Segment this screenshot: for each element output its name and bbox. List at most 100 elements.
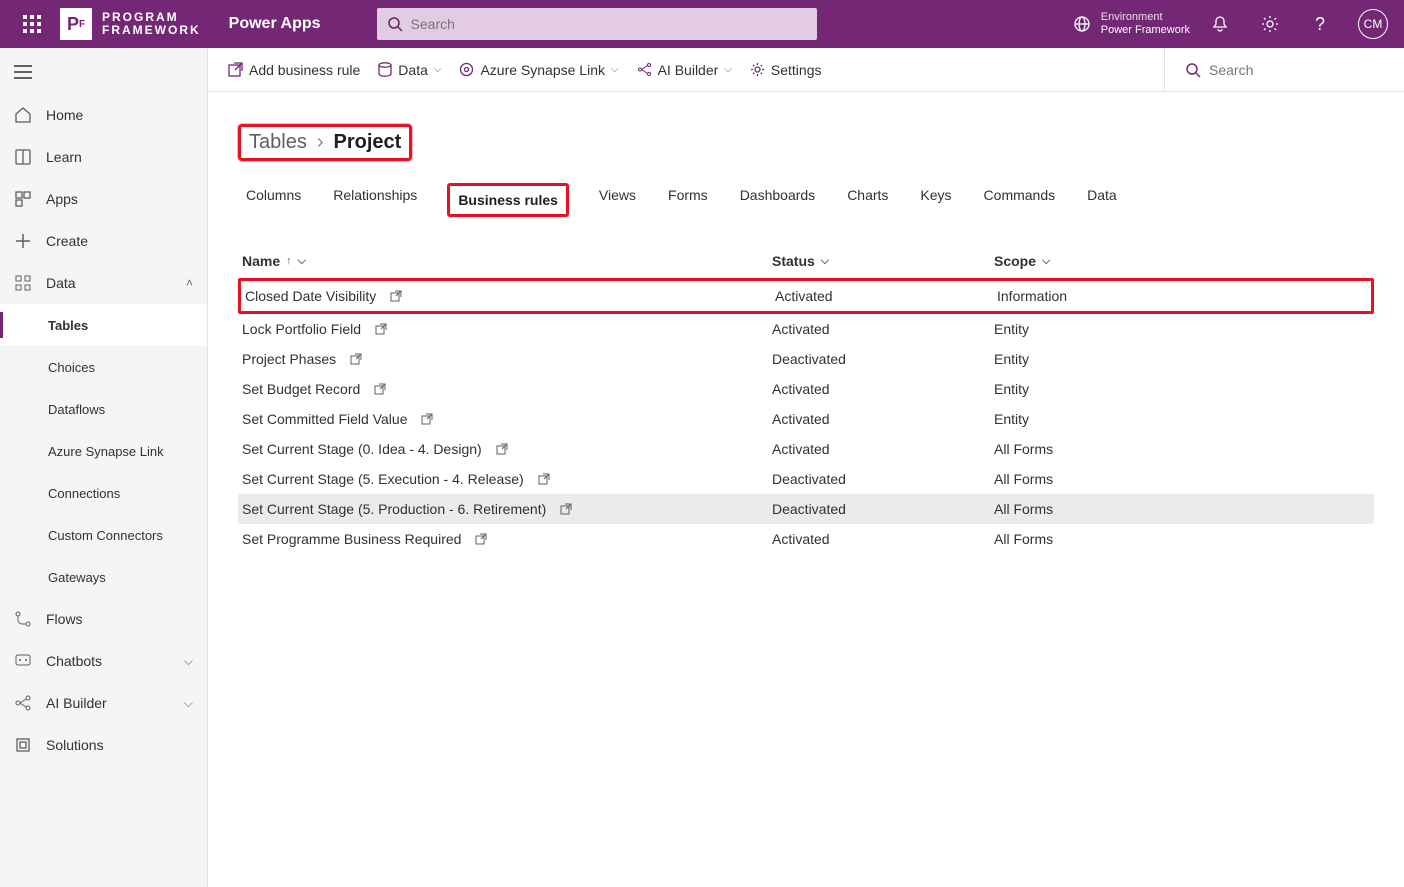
open-icon bbox=[228, 62, 243, 77]
add-business-rule-button[interactable]: Add business rule bbox=[228, 62, 360, 78]
sidebar-item-flows[interactable]: Flows bbox=[0, 598, 207, 640]
cell-scope: Entity bbox=[994, 321, 1370, 337]
open-external-icon[interactable] bbox=[496, 443, 508, 455]
cell-status: Activated bbox=[772, 381, 994, 397]
tab-columns[interactable]: Columns bbox=[244, 183, 303, 217]
top-header: PF PROGRAM FRAMEWORK Power Apps Environm… bbox=[0, 0, 1404, 48]
user-avatar[interactable]: CM bbox=[1358, 9, 1388, 39]
sidebar-item-home[interactable]: Home bbox=[0, 94, 207, 136]
sidebar-item-label: Home bbox=[46, 107, 83, 123]
open-external-icon[interactable] bbox=[375, 323, 387, 335]
sidebar-collapse-button[interactable] bbox=[0, 50, 207, 94]
azure-synapse-button[interactable]: Azure Synapse Link ⌵ bbox=[459, 62, 618, 78]
sidebar-item-apps[interactable]: Apps bbox=[0, 178, 207, 220]
help-button[interactable]: ? bbox=[1300, 0, 1340, 48]
sidebar-item-gateways[interactable]: Gateways bbox=[0, 556, 207, 598]
breadcrumb-parent[interactable]: Tables bbox=[249, 131, 307, 154]
open-external-icon[interactable] bbox=[350, 353, 362, 365]
chevron-right-icon: › bbox=[317, 131, 324, 154]
tab-commands[interactable]: Commands bbox=[982, 183, 1058, 217]
table-row[interactable]: Set Programme Business RequiredActivated… bbox=[238, 524, 1374, 554]
open-external-icon[interactable] bbox=[421, 413, 433, 425]
synapse-icon bbox=[459, 62, 474, 77]
cell-name: Closed Date Visibility bbox=[245, 288, 775, 304]
sidebar-item-connections[interactable]: Connections bbox=[0, 472, 207, 514]
global-search-input[interactable] bbox=[411, 16, 807, 32]
grid-icon bbox=[14, 190, 32, 208]
chevron-down-icon: ⌵ bbox=[611, 64, 619, 75]
cell-status: Activated bbox=[775, 288, 997, 304]
cell-scope: Entity bbox=[994, 381, 1370, 397]
table-row[interactable]: Set Current Stage (0. Idea - 4. Design)A… bbox=[238, 434, 1374, 464]
data-menu-label: Data bbox=[398, 62, 428, 78]
sidebar-item-choices[interactable]: Choices bbox=[0, 346, 207, 388]
table-row[interactable]: Set Current Stage (5. Production - 6. Re… bbox=[238, 494, 1374, 524]
cell-name: Set Programme Business Required bbox=[242, 531, 772, 547]
sidebar-item-custom-connectors[interactable]: Custom Connectors bbox=[0, 514, 207, 556]
sidebar-item-label: Learn bbox=[46, 149, 82, 165]
column-header-name[interactable]: Name ↑ ⌵ bbox=[242, 253, 772, 269]
column-header-scope[interactable]: Scope ⌵ bbox=[994, 253, 1370, 269]
cell-name: Set Current Stage (0. Idea - 4. Design) bbox=[242, 441, 772, 457]
sidebar-item-azure-synapse-link[interactable]: Azure Synapse Link bbox=[0, 430, 207, 472]
tab-charts[interactable]: Charts bbox=[845, 183, 890, 217]
open-external-icon[interactable] bbox=[390, 290, 402, 302]
global-search[interactable] bbox=[377, 8, 817, 40]
sidebar-item-solutions[interactable]: Solutions bbox=[0, 724, 207, 766]
brand-logo[interactable]: PF PROGRAM FRAMEWORK bbox=[60, 8, 201, 40]
page-search[interactable] bbox=[1164, 48, 1384, 91]
sidebar-item-learn[interactable]: Learn bbox=[0, 136, 207, 178]
gear-icon bbox=[750, 62, 765, 77]
notifications-button[interactable] bbox=[1200, 0, 1240, 48]
table-row[interactable]: Set Committed Field ValueActivatedEntity bbox=[238, 404, 1374, 434]
ai-builder-button[interactable]: AI Builder ⌵ bbox=[637, 62, 732, 78]
sidebar-item-label: Gateways bbox=[48, 570, 106, 585]
sidebar-item-create[interactable]: Create bbox=[0, 220, 207, 262]
open-external-icon[interactable] bbox=[538, 473, 550, 485]
left-sidebar: Home Learn AppsCreateData˄TablesChoices Dat… bbox=[0, 48, 208, 887]
sidebar-item-label: Dataflows bbox=[48, 402, 105, 417]
breadcrumb: Tables › Project bbox=[238, 124, 412, 161]
sidebar-item-label: Flows bbox=[46, 611, 83, 627]
cell-status: Activated bbox=[772, 411, 994, 427]
tab-forms[interactable]: Forms bbox=[666, 183, 710, 217]
settings-menu-label: Settings bbox=[771, 62, 822, 78]
sidebar-item-label: AI Builder bbox=[46, 695, 107, 711]
app-launcher-button[interactable] bbox=[8, 0, 56, 48]
chevron-down-icon: ⌵ bbox=[434, 64, 442, 75]
add-business-rule-label: Add business rule bbox=[249, 62, 360, 78]
tab-dashboards[interactable]: Dashboards bbox=[738, 183, 818, 217]
sidebar-item-chatbots[interactable]: Chatbots⌵ bbox=[0, 640, 207, 682]
tab-views[interactable]: Views bbox=[597, 183, 638, 217]
main-area: Add business rule Data ⌵ Azure Synapse L… bbox=[208, 48, 1404, 887]
column-header-status[interactable]: Status ⌵ bbox=[772, 253, 994, 269]
tab-business-rules[interactable]: Business rules bbox=[447, 183, 569, 217]
waffle-icon bbox=[23, 15, 41, 33]
search-icon bbox=[1185, 62, 1201, 78]
table-row[interactable]: Set Current Stage (5. Execution - 4. Rel… bbox=[238, 464, 1374, 494]
environment-picker[interactable]: Environment Power Framework bbox=[1101, 11, 1190, 37]
table-row[interactable]: Project PhasesDeactivatedEntity bbox=[238, 344, 1374, 374]
tab-relationships[interactable]: Relationships bbox=[331, 183, 419, 217]
logo-mark: PF bbox=[60, 8, 92, 40]
sidebar-item-data[interactable]: Data˄ bbox=[0, 262, 207, 304]
settings-menu-button[interactable]: Settings bbox=[750, 62, 822, 78]
open-external-icon[interactable] bbox=[560, 503, 572, 515]
open-external-icon[interactable] bbox=[475, 533, 487, 545]
table-row[interactable]: Set Budget RecordActivatedEntity bbox=[238, 374, 1374, 404]
sidebar-item-ai-builder[interactable]: AI Builder⌵ bbox=[0, 682, 207, 724]
settings-button[interactable] bbox=[1250, 0, 1290, 48]
page-search-input[interactable] bbox=[1209, 62, 1359, 78]
tab-data[interactable]: Data bbox=[1085, 183, 1119, 217]
sidebar-item-dataflows[interactable]: Dataflows bbox=[0, 388, 207, 430]
cell-status: Activated bbox=[772, 321, 994, 337]
data-menu-button[interactable]: Data ⌵ bbox=[378, 62, 441, 78]
table-row[interactable]: Closed Date VisibilityActivatedInformati… bbox=[238, 278, 1374, 314]
tab-keys[interactable]: Keys bbox=[918, 183, 953, 217]
open-external-icon[interactable] bbox=[374, 383, 386, 395]
cell-name: Set Current Stage (5. Execution - 4. Rel… bbox=[242, 471, 772, 487]
table-row[interactable]: Lock Portfolio FieldActivatedEntity bbox=[238, 314, 1374, 344]
business-rules-table: Name ↑ ⌵ Status ⌵ Scope ⌵ Closed Date Vi… bbox=[238, 245, 1374, 554]
cell-scope: Information bbox=[997, 288, 1367, 304]
sidebar-item-tables[interactable]: Tables bbox=[0, 304, 207, 346]
